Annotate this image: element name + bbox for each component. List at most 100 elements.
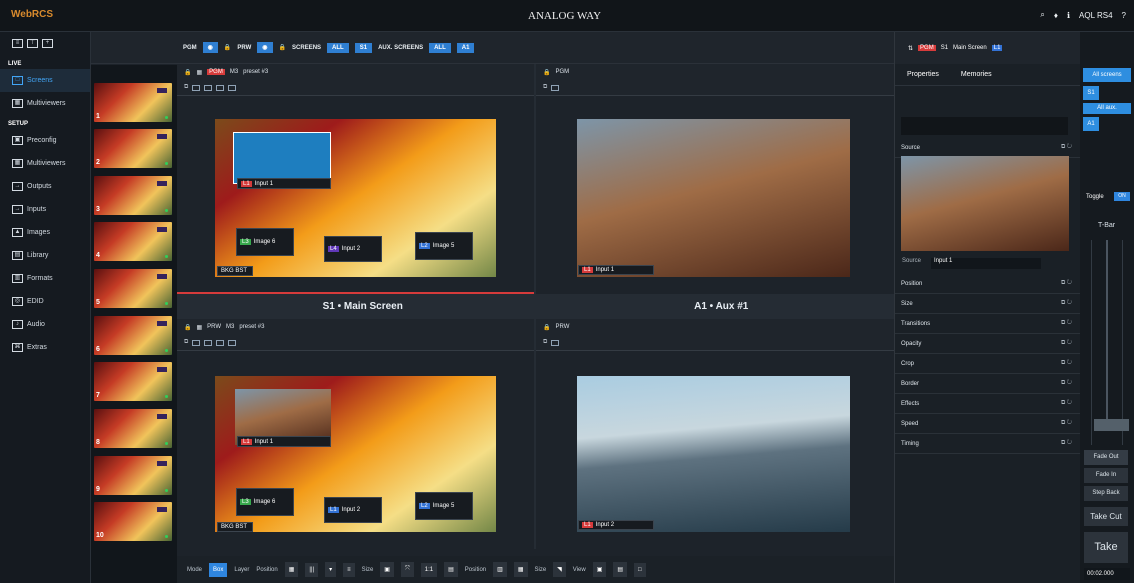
view-icon[interactable]: ▣ [592, 562, 607, 577]
user-name[interactable]: AQL RS4 [1079, 11, 1113, 20]
sidebar-item-extras[interactable]: ⌘ Extras [0, 336, 90, 359]
all-screens-button[interactable]: All screens [1083, 68, 1131, 82]
sidebar-item-formats[interactable]: ▥ Formats [0, 267, 90, 290]
source-thumbnail[interactable]: 10 [94, 502, 172, 541]
property-speed[interactable]: Speed ⧉ ↻ [895, 414, 1081, 434]
tab-memories[interactable]: Memories [961, 71, 992, 78]
layer-button[interactable] [204, 339, 213, 346]
sidebar-item-edid[interactable]: ◎ EDID [0, 290, 90, 313]
lock-icon-prw[interactable]: 🔒 [279, 44, 286, 51]
copy-icon[interactable]: ⧉ [184, 339, 188, 346]
sidebar-item-inputs[interactable]: → Inputs [0, 198, 90, 221]
property-transitions[interactable]: Transitions ⧉ ↻ [895, 314, 1081, 334]
source-value[interactable]: Input 1 [931, 258, 1042, 269]
property-border[interactable]: Border ⧉ ↻ [895, 374, 1081, 394]
fade-in-button[interactable]: Fade In [1084, 468, 1128, 483]
filter-icon[interactable]: ⊤ [27, 39, 38, 48]
swap-icon[interactable]: ⇅ [908, 45, 913, 52]
source-thumbnail[interactable]: 2 [94, 129, 172, 168]
sidebar-item-multiviewers-setup[interactable]: ▦ Multiviewers [0, 152, 90, 175]
help-icon[interactable]: ? [1122, 11, 1126, 20]
grid-icon[interactable]: ▦ [196, 69, 202, 76]
sidebar-item-multiviewers[interactable]: ▦ Multiviewers [0, 92, 90, 115]
tab-properties[interactable]: Properties [907, 71, 939, 78]
property-opacity[interactable]: Opacity ⧉ ↻ [895, 334, 1081, 354]
fit-icon[interactable]: ▣ [380, 562, 394, 577]
lock-icon[interactable]: 🔒 [224, 44, 231, 51]
source-thumbnail[interactable]: 1 [94, 83, 172, 122]
property-actions[interactable]: ⧉ ↻ [1061, 360, 1072, 367]
position-grid-icon[interactable]: ▦ [284, 562, 299, 577]
property-actions[interactable]: ⧉ ↻ [1061, 300, 1072, 307]
window-icon[interactable]: □ [634, 562, 646, 577]
copy-icon[interactable]: ⧉ [184, 84, 188, 91]
source-preview-image[interactable] [901, 156, 1069, 251]
layer-button[interactable] [551, 339, 560, 346]
property-position[interactable]: Position ⧉ ↻ [895, 274, 1081, 294]
layer-button[interactable] [192, 339, 201, 346]
menu-icon[interactable]: ≡ [12, 39, 23, 48]
source-thumbnail[interactable]: 6 [94, 316, 172, 355]
layer-button[interactable] [192, 84, 201, 91]
property-source[interactable]: Source ⧉ ↻ [895, 138, 1081, 158]
search-icon[interactable]: ⌕ [1040, 10, 1044, 20]
screen-s1-button[interactable]: S1 [354, 42, 373, 53]
aux-all-button[interactable]: ALL [429, 42, 451, 53]
align-icon[interactable]: ≡ [343, 562, 355, 577]
layer-button[interactable] [204, 84, 213, 91]
property-actions[interactable]: ⧉ ↻ [1061, 380, 1072, 387]
sidebar-item-audio[interactable]: ♪ Audio [0, 313, 90, 336]
property-actions[interactable]: ⧉ ↻ [1061, 144, 1072, 151]
take-button[interactable]: Take [1084, 532, 1128, 563]
source-thumbnail[interactable]: 5 [94, 269, 172, 308]
source-thumbnail[interactable]: 3 [94, 176, 172, 215]
property-actions[interactable]: ⧉ ↻ [1061, 280, 1072, 287]
tbar-handle[interactable] [1094, 419, 1129, 431]
grid-icon[interactable]: ▦ [196, 324, 202, 331]
copy-icon[interactable]: ⧉ [543, 339, 547, 346]
sidebar-item-preconfig[interactable]: ▣ Preconfig [0, 129, 90, 152]
take-cut-button[interactable]: Take Cut [1084, 507, 1128, 526]
prw-toggle[interactable]: ◉ [257, 42, 273, 53]
aux-preview-image[interactable] [577, 376, 850, 532]
bell-icon[interactable]: ♦ [1054, 11, 1058, 20]
fade-out-button[interactable]: Fade Out [1084, 450, 1128, 465]
layer-button[interactable] [216, 339, 225, 346]
duration-input[interactable]: 00:02.000 [1084, 568, 1130, 580]
panel-search-bar[interactable] [901, 117, 1068, 135]
screens-all-button[interactable]: ALL [327, 42, 349, 53]
lock-icon[interactable]: 🔒 [184, 324, 191, 331]
source-thumbnail[interactable]: 4 [94, 222, 172, 261]
aux-a1-button[interactable]: A1 [456, 42, 475, 53]
layer-button[interactable] [228, 339, 237, 346]
shrink-icon[interactable]: ⤧ [400, 562, 414, 577]
sidebar-item-screens[interactable]: □ Screens [0, 69, 90, 92]
layer-button[interactable] [551, 84, 560, 91]
property-size[interactable]: Size ⧉ ↻ [895, 294, 1081, 314]
size2-icon[interactable]: ▦ [513, 562, 528, 577]
sidebar-item-outputs[interactable]: → Outputs [0, 175, 90, 198]
selected-layer-box[interactable] [233, 132, 331, 184]
property-actions[interactable]: ⧉ ↻ [1061, 440, 1072, 447]
plus-icon[interactable]: + [42, 39, 53, 48]
dropdown-icon[interactable]: ▾ [325, 562, 337, 577]
source-selector[interactable]: Source Input 1 [902, 258, 1062, 269]
copy-icon[interactable]: ⧉ [543, 84, 547, 91]
lock-icon[interactable]: 🔒 [543, 69, 550, 76]
source-thumbnail[interactable]: 9 [94, 456, 172, 495]
align-icon[interactable]: ||| [305, 562, 319, 577]
property-actions[interactable]: ⧉ ↻ [1061, 420, 1072, 427]
fit-1-1-icon[interactable]: 1:1 [420, 562, 438, 577]
source-thumbnail[interactable]: 7 [94, 362, 172, 401]
toggle-switch[interactable]: ON [1114, 192, 1130, 201]
s1-button[interactable]: S1 [1083, 86, 1099, 100]
cursor-icon[interactable]: ◥ [553, 562, 566, 577]
layer-mode-button[interactable]: Layer [234, 567, 249, 573]
property-actions[interactable]: ⧉ ↻ [1061, 320, 1072, 327]
layer-view-icon[interactable]: ▤ [613, 562, 628, 577]
property-crop[interactable]: Crop ⧉ ↻ [895, 354, 1081, 374]
lock-icon[interactable]: 🔒 [184, 69, 191, 76]
layer-button[interactable] [228, 84, 237, 91]
monitor-icon[interactable]: ▤ [444, 562, 458, 577]
property-actions[interactable]: ⧉ ↻ [1061, 340, 1072, 347]
